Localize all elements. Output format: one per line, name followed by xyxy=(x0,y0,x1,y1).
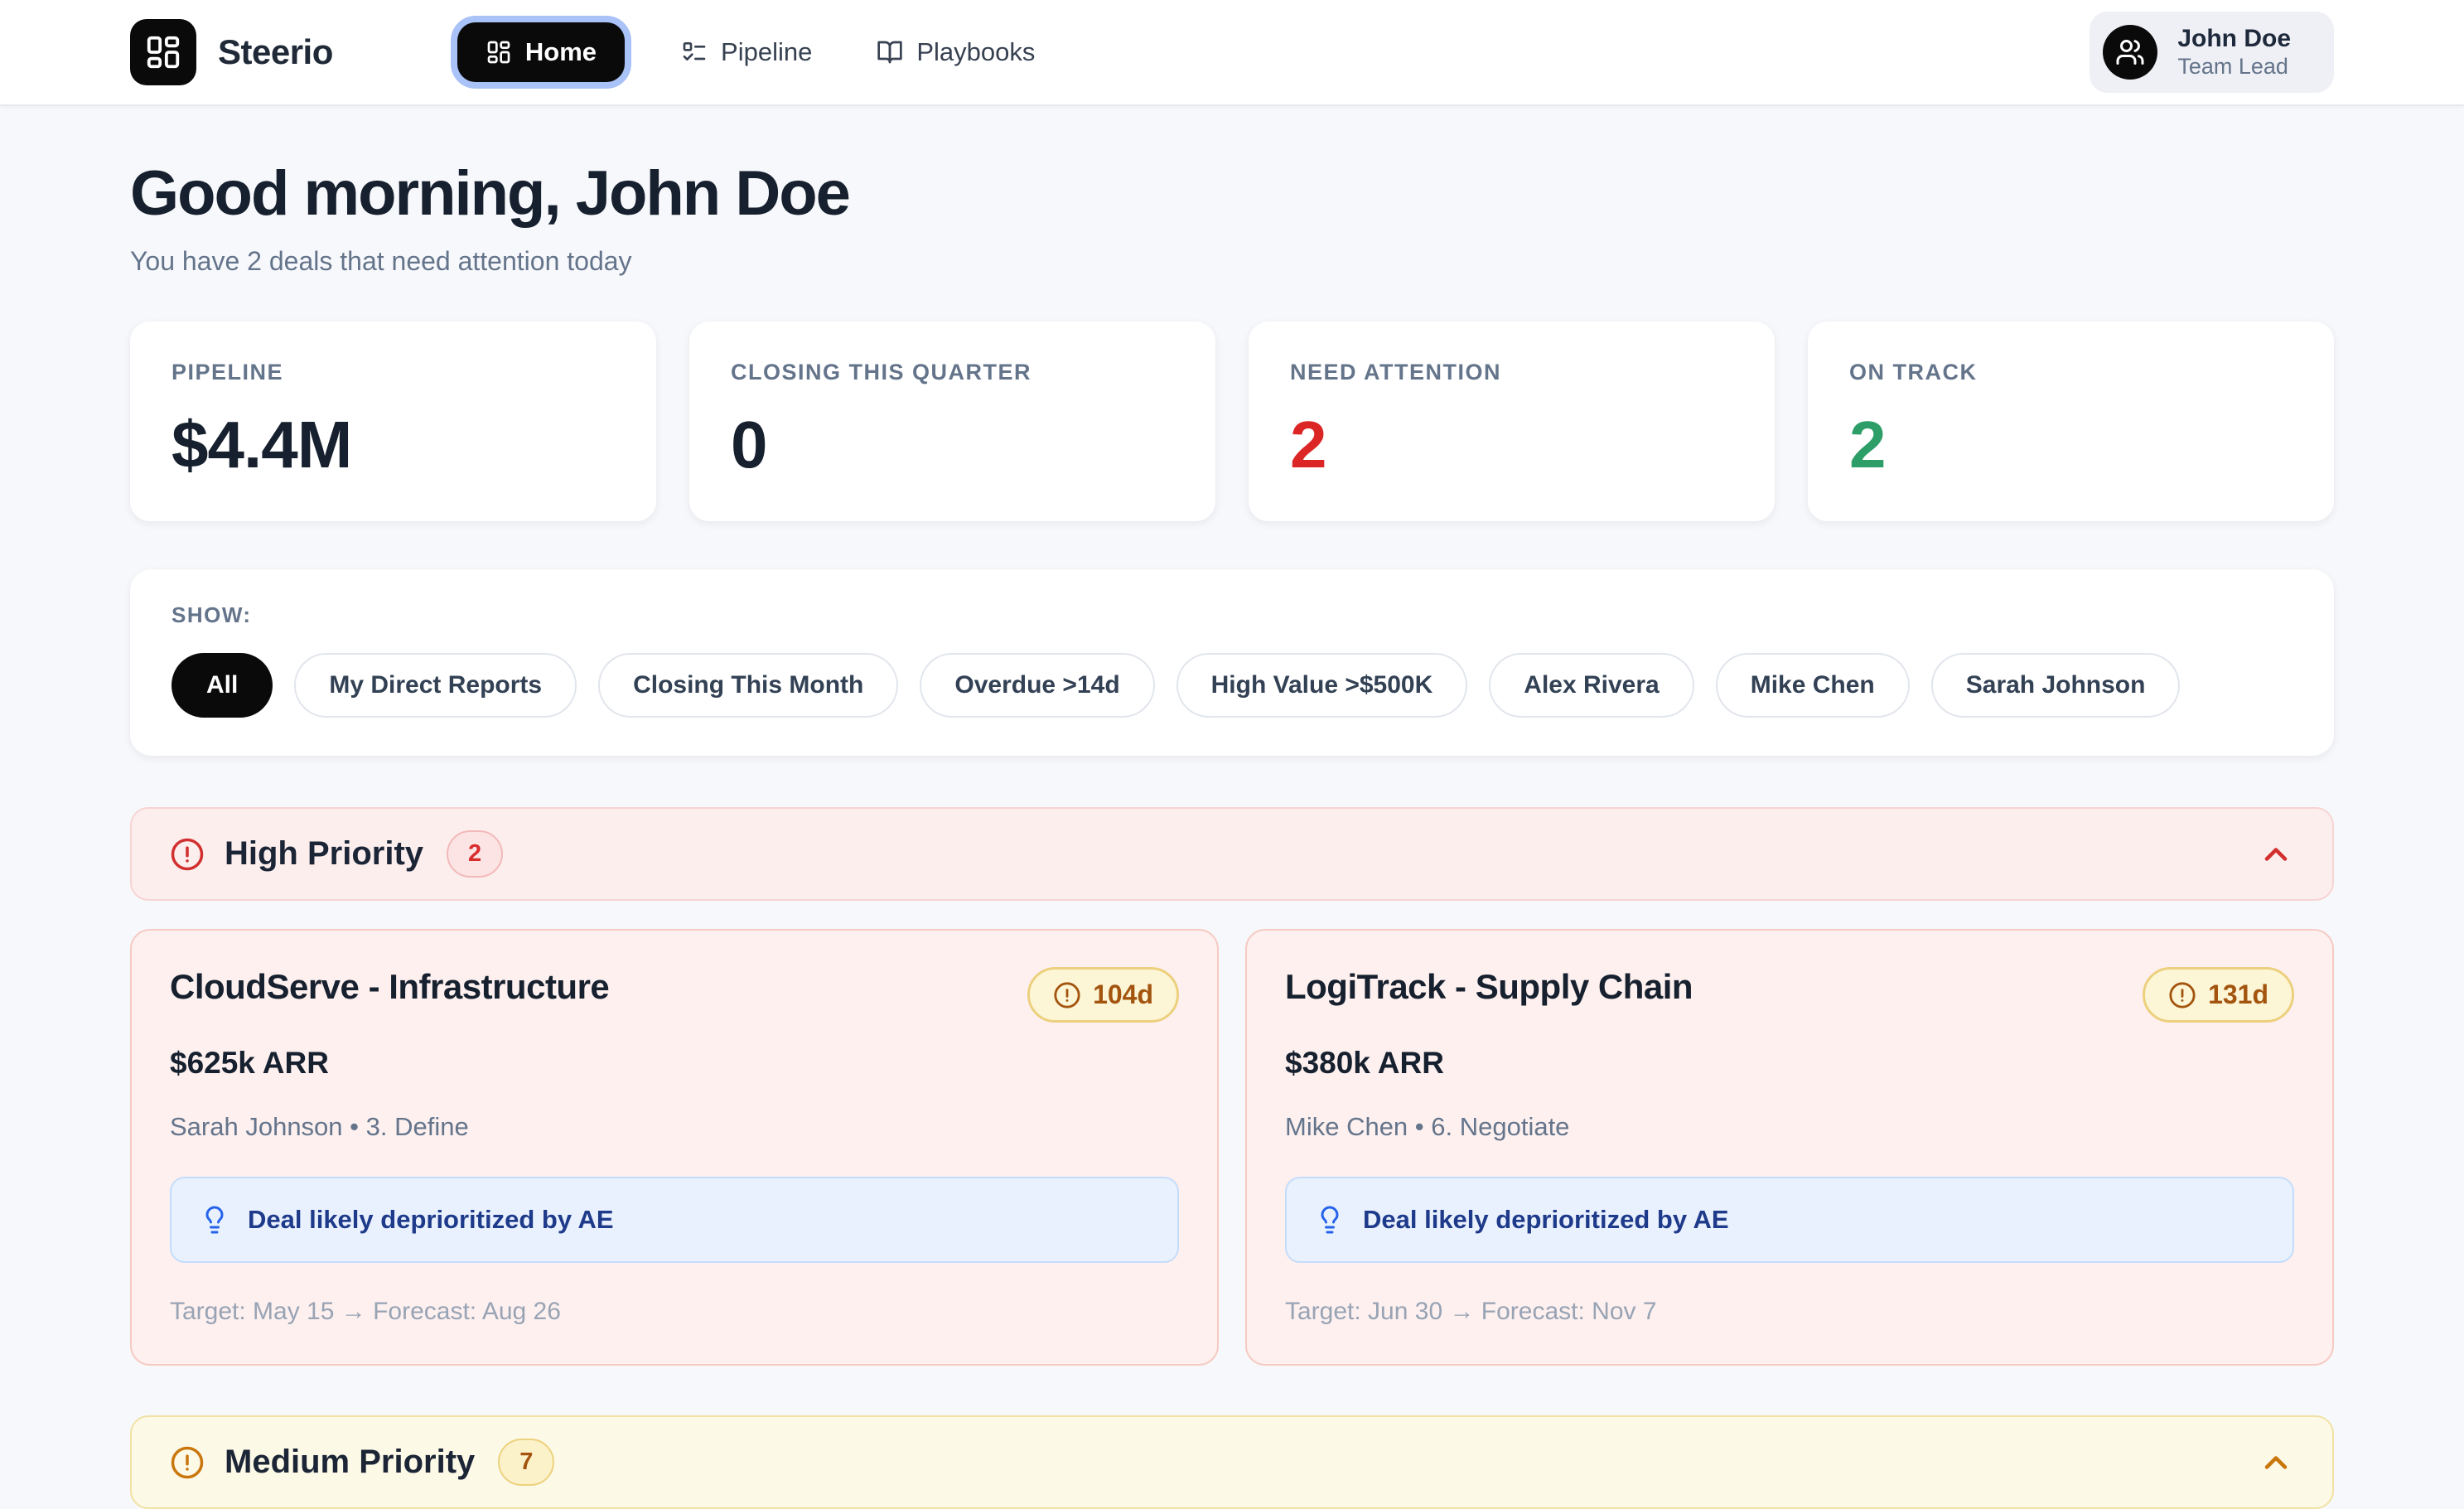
stat-card-pipeline: PIPELINE $4.4M xyxy=(130,322,656,521)
filter-panel: SHOW: All My Direct Reports Closing This… xyxy=(130,569,2334,756)
stat-card-need-attention: NEED ATTENTION 2 xyxy=(1249,322,1775,521)
users-icon xyxy=(2103,25,2157,80)
brand: Steerio xyxy=(130,19,333,85)
alert-circle-icon xyxy=(170,1445,205,1480)
stat-label: CLOSING THIS QUARTER xyxy=(731,360,1174,385)
list-checks-icon xyxy=(681,39,708,65)
deal-arr: $625k ARR xyxy=(170,1046,1179,1081)
filter-chip-mike-chen[interactable]: Mike Chen xyxy=(1716,653,1910,718)
filter-chip-my-direct-reports[interactable]: My Direct Reports xyxy=(294,653,577,718)
deal-age: 104d xyxy=(1093,979,1153,1010)
filter-label: SHOW: xyxy=(172,602,2292,628)
filter-chip-closing-this-month[interactable]: Closing This Month xyxy=(598,653,898,718)
app-logo-icon xyxy=(130,19,196,85)
stat-value: 2 xyxy=(1849,407,2292,483)
section-count-badge: 2 xyxy=(447,830,503,878)
high-priority-deals: CloudServe - Infrastructure 104d $625k A… xyxy=(130,929,2334,1366)
nav-item-playbooks[interactable]: Playbooks xyxy=(868,22,1043,82)
nav-label-playbooks: Playbooks xyxy=(916,37,1035,67)
deal-owner-stage: Mike Chen • 6. Negotiate xyxy=(1285,1112,2294,1142)
user-name: John Doe xyxy=(2177,25,2291,54)
deal-name: CloudServe - Infrastructure xyxy=(170,967,609,1007)
page-title: Good morning, John Doe xyxy=(130,157,2334,230)
insight-text: Deal likely deprioritized by AE xyxy=(248,1205,614,1235)
stat-value: 2 xyxy=(1290,407,1733,483)
section-count-badge: 7 xyxy=(498,1439,554,1486)
open-book-icon xyxy=(877,39,903,65)
filter-chip-overdue[interactable]: Overdue >14d xyxy=(920,653,1154,718)
alert-circle-icon xyxy=(170,837,205,872)
deal-timeline: Target: May 15 → Forecast: Aug 26 xyxy=(170,1298,1179,1326)
section-header-high-priority[interactable]: High Priority 2 xyxy=(130,807,2334,901)
filter-chip-sarah-johnson[interactable]: Sarah Johnson xyxy=(1931,653,2181,718)
user-menu[interactable]: John Doe Team Lead xyxy=(2090,12,2334,94)
deal-owner-stage: Sarah Johnson • 3. Define xyxy=(170,1112,1179,1142)
deal-card-logitrack[interactable]: LogiTrack - Supply Chain 131d $380k ARR … xyxy=(1245,929,2334,1366)
filter-chip-all[interactable]: All xyxy=(172,653,273,718)
filter-chips: All My Direct Reports Closing This Month… xyxy=(172,653,2292,718)
top-navigation-bar: Steerio Home Pipeline xyxy=(0,0,2464,106)
deal-arr: $380k ARR xyxy=(1285,1046,2294,1081)
deal-age: 131d xyxy=(2208,979,2268,1010)
section-header-medium-priority[interactable]: Medium Priority 7 xyxy=(130,1415,2334,1509)
lightbulb-icon xyxy=(200,1205,229,1235)
chevron-up-icon[interactable] xyxy=(2258,836,2294,873)
deal-card-cloudserve[interactable]: CloudServe - Infrastructure 104d $625k A… xyxy=(130,929,1219,1366)
stat-card-closing-quarter: CLOSING THIS QUARTER 0 xyxy=(689,322,1215,521)
insight-text: Deal likely deprioritized by AE xyxy=(1363,1205,1729,1235)
lightbulb-icon xyxy=(1315,1205,1345,1235)
chevron-up-icon[interactable] xyxy=(2258,1444,2294,1481)
dashboard-main: Good morning, John Doe You have 2 deals … xyxy=(130,106,2334,1509)
nav-label-home: Home xyxy=(525,37,597,67)
deal-timeline: Target: Jun 30 → Forecast: Nov 7 xyxy=(1285,1298,2294,1326)
alert-circle-icon xyxy=(1053,981,1081,1009)
stat-label: PIPELINE xyxy=(172,360,615,385)
nav-label-pipeline: Pipeline xyxy=(721,37,812,67)
deal-insight: Deal likely deprioritized by AE xyxy=(170,1177,1179,1263)
stat-label: ON TRACK xyxy=(1849,360,2292,385)
dashboard-icon xyxy=(486,39,512,65)
deal-age-badge: 131d xyxy=(2143,967,2294,1023)
stat-value: 0 xyxy=(731,407,1174,483)
nav-item-pipeline[interactable]: Pipeline xyxy=(673,22,820,82)
alert-circle-icon xyxy=(2168,981,2196,1009)
main-nav: Home Pipeline Playbooks xyxy=(457,22,1043,82)
deal-insight: Deal likely deprioritized by AE xyxy=(1285,1177,2294,1263)
stat-label: NEED ATTENTION xyxy=(1290,360,1733,385)
user-role: Team Lead xyxy=(2177,53,2291,80)
filter-chip-alex-rivera[interactable]: Alex Rivera xyxy=(1489,653,1693,718)
stat-card-on-track: ON TRACK 2 xyxy=(1808,322,2334,521)
brand-name: Steerio xyxy=(218,32,333,72)
deal-name: LogiTrack - Supply Chain xyxy=(1285,967,1693,1007)
filter-chip-high-value[interactable]: High Value >$500K xyxy=(1176,653,1468,718)
deal-age-badge: 104d xyxy=(1027,967,1179,1023)
nav-item-home[interactable]: Home xyxy=(457,22,625,82)
section-title: Medium Priority xyxy=(225,1444,475,1481)
stats-row: PIPELINE $4.4M CLOSING THIS QUARTER 0 NE… xyxy=(130,322,2334,521)
stat-value: $4.4M xyxy=(172,407,615,483)
page-subtitle: You have 2 deals that need attention tod… xyxy=(130,246,2334,277)
section-title: High Priority xyxy=(225,835,423,873)
